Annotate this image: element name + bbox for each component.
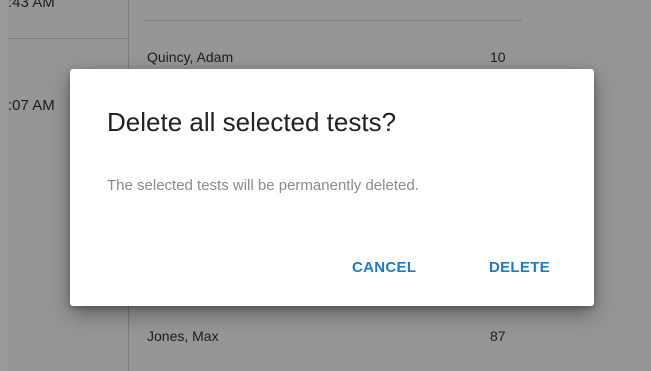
- dialog-message: The selected tests will be permanently d…: [107, 177, 419, 194]
- cancel-button[interactable]: CANCEL: [352, 259, 416, 276]
- app-screen: :43 AM :07 AM Quincy, Adam 10 87 7 8 Jon…: [0, 0, 651, 371]
- delete-button[interactable]: DELETE: [489, 259, 550, 276]
- dialog-title: Delete all selected tests?: [107, 107, 397, 137]
- delete-confirm-dialog: Delete all selected tests? The selected …: [70, 69, 594, 306]
